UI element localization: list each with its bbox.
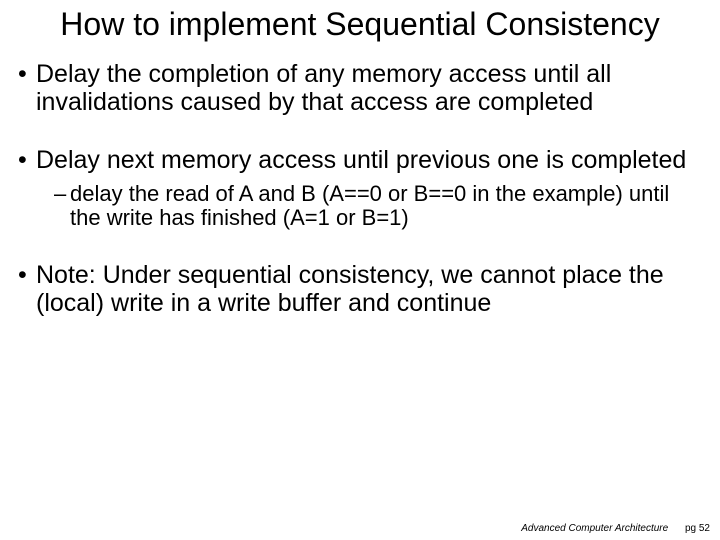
bullet-dash-icon: – [54,182,70,231]
footer-course: Advanced Computer Architecture [521,523,668,534]
bullet-text: Delay next memory access until previous … [36,146,702,174]
bullet-dot-icon: • [18,261,36,317]
slide: How to implement Sequential Consistency … [0,0,720,540]
bullet-dot-icon: • [18,146,36,174]
bullet-item: • Note: Under sequential consistency, we… [18,261,702,317]
sub-bullet-item: – delay the read of A and B (A==0 or B==… [54,182,702,231]
bullet-item: • Delay next memory access until previou… [18,146,702,174]
bullet-dot-icon: • [18,60,36,116]
sub-bullet-text: delay the read of A and B (A==0 or B==0 … [70,182,702,231]
slide-footer: Advanced Computer Architecture pg 52 [521,523,710,534]
slide-body: • Delay the completion of any memory acc… [0,42,720,317]
bullet-item: • Delay the completion of any memory acc… [18,60,702,116]
slide-title: How to implement Sequential Consistency [0,0,720,42]
footer-page: pg 52 [685,523,710,534]
bullet-text: Delay the completion of any memory acces… [36,60,702,116]
bullet-text: Note: Under sequential consistency, we c… [36,261,702,317]
